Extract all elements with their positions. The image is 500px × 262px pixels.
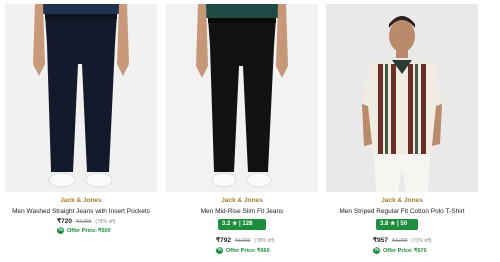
offer-value: ₹600 (97, 227, 111, 234)
mrp-price: ₹3,999 (234, 238, 251, 244)
jeans-model-photo (166, 4, 318, 192)
offer-price: % Offer Price: ₹600 (57, 227, 111, 234)
offer-label: Offer Price: (226, 247, 256, 254)
product-name[interactable]: Men Striped Regular Fit Cotton Polo T-Sh… (326, 208, 478, 215)
brand-name: Jack & Jones (60, 197, 102, 204)
offer-badge-icon: % (57, 227, 64, 234)
product-card[interactable]: Jack & Jones Men Striped Regular Fit Cot… (326, 0, 478, 262)
offer-value: ₹670 (413, 247, 427, 254)
selling-price: ₹957 (373, 237, 388, 244)
product-name[interactable]: Men Washed Straight Jeans with Insert Po… (5, 208, 157, 215)
selling-price: ₹720 (57, 218, 72, 225)
discount-percent: (78% off) (254, 238, 275, 244)
offer-price: % Offer Price: ₹660 (216, 247, 270, 254)
product-name[interactable]: Men Mid-Rise Slim Fit Jeans (166, 208, 318, 215)
product-image[interactable] (5, 4, 157, 192)
offer-badge-icon: % (373, 247, 380, 254)
selling-price: ₹792 (216, 237, 231, 244)
brand-name: Jack & Jones (221, 197, 263, 204)
product-card[interactable]: Jack & Jones Men Washed Straight Jeans w… (5, 0, 157, 262)
offer-price: % Offer Price: ₹670 (373, 247, 427, 254)
rating-badge: 3.2 ★ | 128 (218, 219, 266, 230)
rating-badge: 3.8 ★ | 50 (376, 219, 418, 230)
offer-value: ₹660 (256, 247, 270, 254)
product-image[interactable] (326, 4, 478, 192)
offer-badge-icon: % (216, 247, 223, 254)
product-grid: Jack & Jones Men Washed Straight Jeans w… (0, 0, 500, 262)
price-row: ₹792 ₹3,999 (78% off) (216, 236, 275, 244)
discount-percent: (78% off) (95, 219, 116, 225)
mrp-price: ₹3,299 (391, 238, 408, 244)
mrp-price: ₹3,999 (75, 219, 92, 225)
offer-label: Offer Price: (67, 227, 97, 234)
jeans-model-photo (5, 4, 157, 192)
offer-label: Offer Price: (383, 247, 413, 254)
polo-model-photo (326, 4, 478, 192)
brand-name: Jack & Jones (381, 197, 423, 204)
price-row: ₹720 ₹3,999 (78% off) (57, 217, 116, 225)
product-card[interactable]: Jack & Jones Men Mid-Rise Slim Fit Jeans… (166, 0, 318, 262)
product-image[interactable] (166, 4, 318, 192)
discount-percent: (71% off) (411, 238, 432, 244)
price-row: ₹957 ₹3,299 (71% off) (373, 236, 432, 244)
